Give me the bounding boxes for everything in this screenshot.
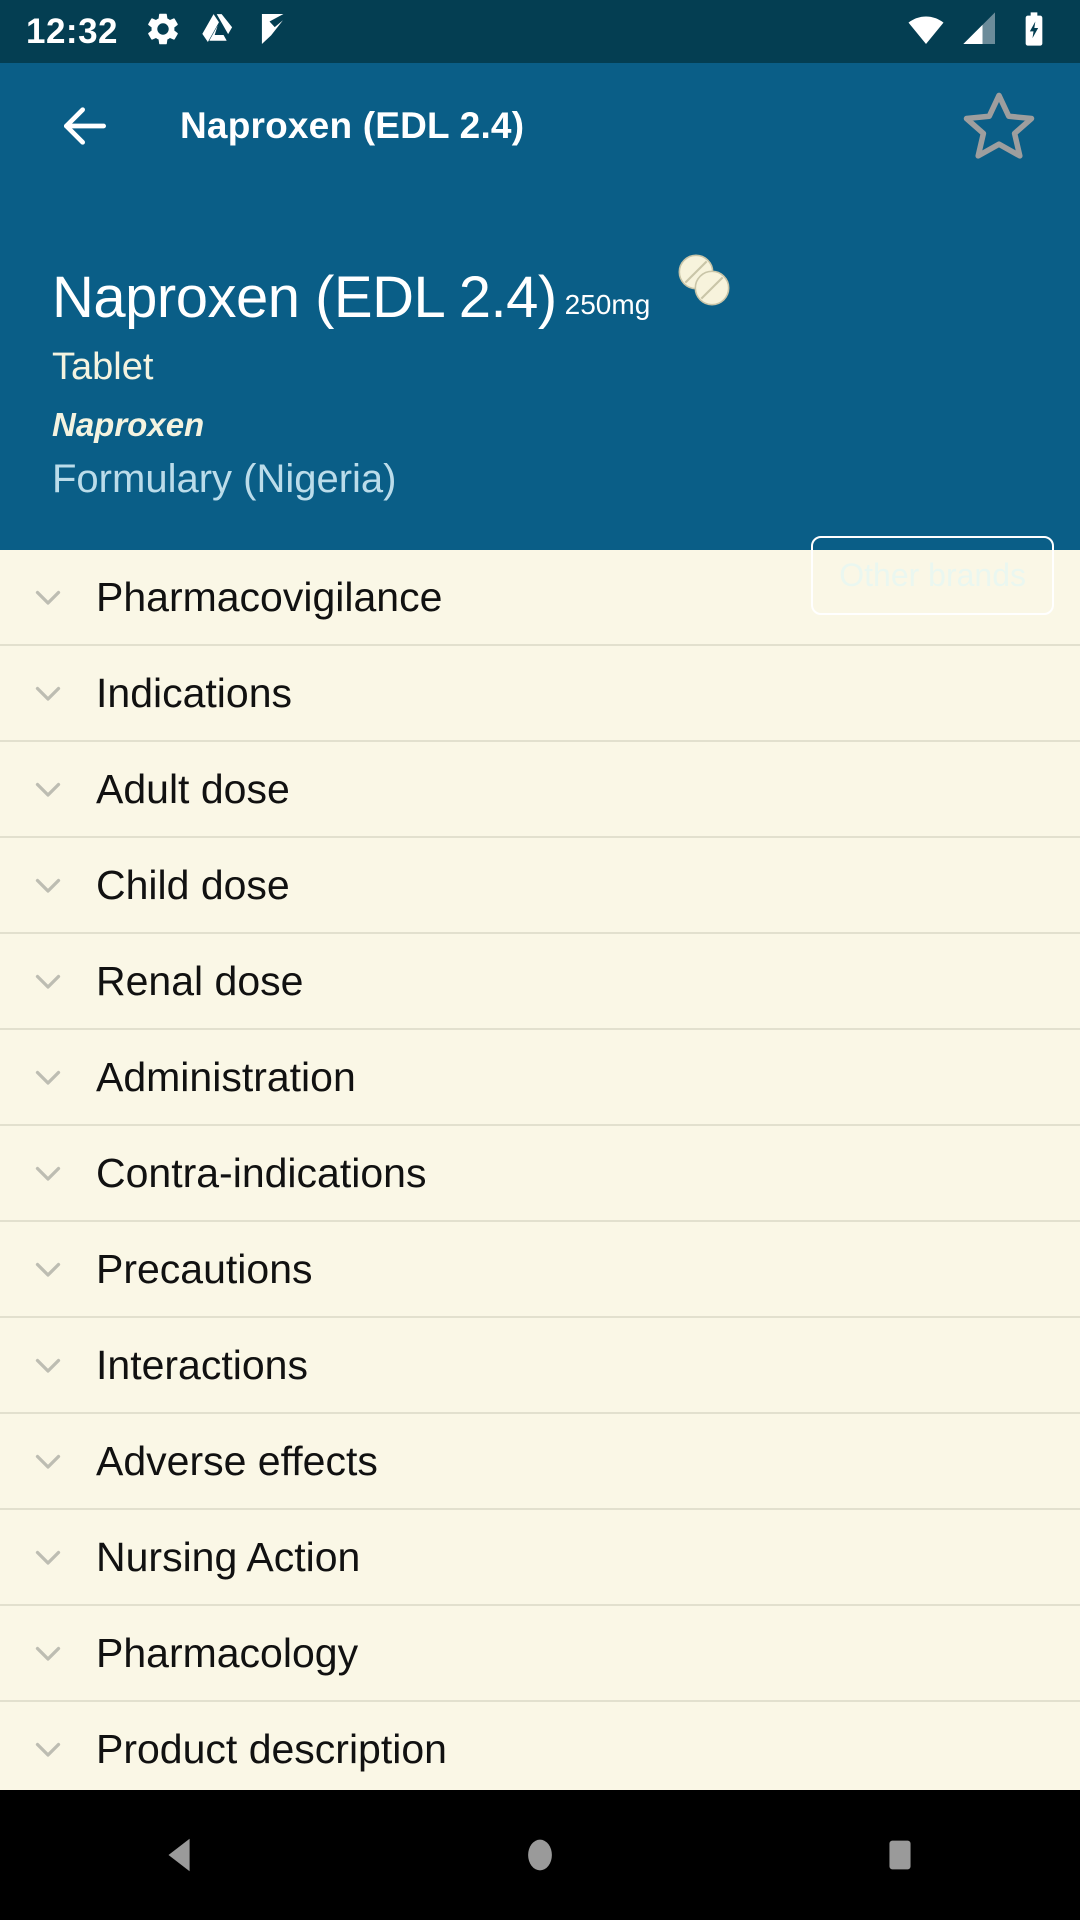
section-label: Precautions — [96, 1245, 313, 1292]
nav-back-triangle-icon — [168, 1838, 190, 1872]
nav-back-button[interactable] — [120, 1795, 240, 1915]
dosage-form: Tablet — [52, 346, 154, 388]
chevron-down-icon — [0, 1635, 96, 1671]
page-title: Naproxen (EDL 2.4) — [180, 104, 525, 146]
section-label: Nursing Action — [96, 1533, 361, 1580]
chevron-down-icon — [0, 1443, 96, 1479]
section-row[interactable]: Adverse effects — [0, 1414, 1080, 1510]
phone-screen: 12:32 Naproxen (EDL 2.4) Naproxen (EDL 2… — [0, 0, 1080, 1920]
chevron-down-icon — [0, 1731, 96, 1767]
formulary-source: Formulary (Nigeria) — [52, 457, 397, 502]
battery-charging-icon — [1014, 9, 1054, 54]
generic-name: Naproxen — [52, 405, 205, 443]
drive-icon — [199, 10, 237, 53]
section-label: Administration — [96, 1053, 356, 1100]
status-time: 12:32 — [26, 12, 119, 51]
app-bar: Naproxen (EDL 2.4) — [0, 63, 1080, 188]
section-row[interactable]: Renal dose — [0, 934, 1080, 1030]
section-row[interactable]: Nursing Action — [0, 1510, 1080, 1606]
star-icon — [963, 92, 1035, 159]
drug-strength: 250mg — [564, 289, 651, 320]
section-label: Indications — [96, 669, 293, 716]
drug-header-content: Naproxen (EDL 2.4) 250mg Tablet Naproxen… — [0, 248, 1080, 501]
chevron-down-icon — [0, 771, 96, 807]
checkmark-icon — [254, 10, 292, 53]
nav-home-button[interactable] — [480, 1795, 600, 1915]
gear-icon — [144, 10, 182, 53]
drug-header: Naproxen (EDL 2.4) 250mg Tablet Naproxen… — [0, 188, 1080, 615]
chevron-down-icon — [0, 1251, 96, 1287]
section-row[interactable]: Product description — [0, 1702, 1080, 1798]
drug-title-row: Naproxen (EDL 2.4) 250mg — [52, 248, 1050, 327]
section-label: Pharmacology — [96, 1629, 359, 1676]
section-label: Adult dose — [96, 765, 290, 812]
status-system-icons — [906, 9, 1054, 54]
section-label: Pharmacovigilance — [96, 573, 443, 620]
section-row[interactable]: Interactions — [0, 1318, 1080, 1414]
other-brands-button[interactable]: Other brands — [811, 536, 1054, 615]
section-label: Product description — [96, 1725, 447, 1772]
section-row[interactable]: Administration — [0, 1030, 1080, 1126]
two-tablets-icon — [672, 248, 736, 317]
nav-home-circle-icon — [528, 1839, 552, 1871]
nav-recents-button[interactable] — [840, 1795, 960, 1915]
chevron-down-icon — [0, 1155, 96, 1191]
drug-sections-list: Pharmacovigilance Indications Adult dose Ch… — [0, 550, 1080, 1920]
android-navigation-bar — [0, 1790, 1080, 1920]
status-bar: 12:32 — [0, 0, 1080, 63]
cellular-signal-icon — [960, 9, 1000, 54]
chevron-down-icon — [0, 675, 96, 711]
section-label: Child dose — [96, 861, 290, 908]
nav-recents-square-icon — [889, 1840, 911, 1870]
section-row[interactable]: Child dose — [0, 838, 1080, 934]
back-button[interactable] — [46, 87, 124, 165]
section-row[interactable]: Precautions — [0, 1222, 1080, 1318]
section-row[interactable]: Pharmacology — [0, 1606, 1080, 1702]
section-label: Interactions — [96, 1341, 308, 1388]
chevron-down-icon — [0, 1059, 96, 1095]
section-label: Adverse effects — [96, 1437, 378, 1484]
back-arrow-icon — [63, 106, 106, 145]
wifi-icon — [906, 9, 946, 54]
section-label: Contra-indications — [96, 1149, 427, 1196]
chevron-down-icon — [0, 579, 96, 615]
section-row[interactable]: Contra-indications — [0, 1126, 1080, 1222]
chevron-down-icon — [0, 867, 96, 903]
section-label: Renal dose — [96, 957, 304, 1004]
favorite-button[interactable] — [954, 81, 1044, 171]
drug-name: Naproxen (EDL 2.4) — [52, 265, 557, 330]
chevron-down-icon — [0, 963, 96, 999]
status-notification-icons — [144, 10, 292, 53]
chevron-down-icon — [0, 1347, 96, 1383]
chevron-down-icon — [0, 1539, 96, 1575]
section-row[interactable]: Adult dose — [0, 742, 1080, 838]
section-row[interactable]: Indications — [0, 646, 1080, 742]
